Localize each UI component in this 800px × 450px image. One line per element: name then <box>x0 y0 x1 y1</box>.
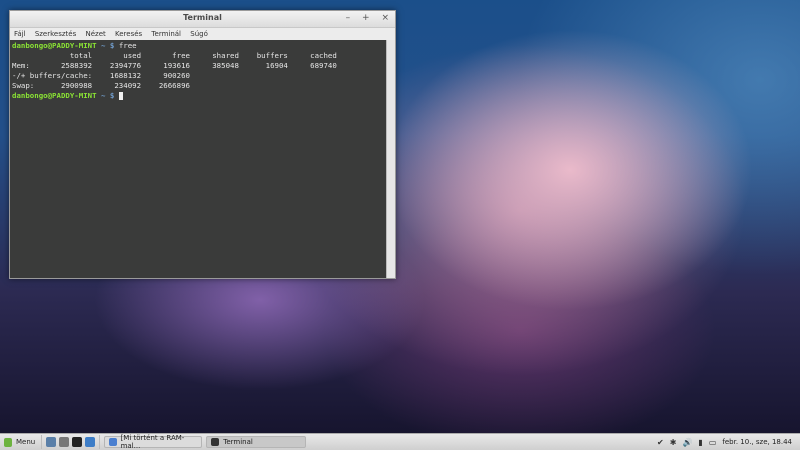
mint-logo-icon <box>4 437 12 447</box>
terminal-icon <box>211 438 220 446</box>
bottom-panel: Menu [Mi történt a RAM-mal... Terminal ✔… <box>0 433 800 450</box>
close-button[interactable]: × <box>381 13 389 23</box>
free-row-mem: Mem: 2588392 2394776 193616 385048 16904… <box>12 61 337 70</box>
file-manager-icon[interactable] <box>59 437 70 447</box>
terminal-output[interactable]: danbongo@PADDY-MINT ~ $ free total used … <box>10 40 387 278</box>
text-cursor <box>118 92 123 100</box>
network-icon[interactable]: ▮ <box>698 438 702 447</box>
show-desktop-icon[interactable] <box>46 437 57 447</box>
bluetooth-icon[interactable]: ✱ <box>670 438 677 447</box>
menu-terminal[interactable]: Terminál <box>151 30 181 38</box>
volume-icon[interactable]: 🔊 <box>682 438 692 447</box>
browser-icon <box>109 438 117 446</box>
command-text: free <box>118 41 137 50</box>
menu-search[interactable]: Keresés <box>115 30 142 38</box>
system-tray: ✔ ✱ 🔊 ▮ ▭ febr. 10., sze, 18.44 <box>657 438 800 447</box>
menu-view[interactable]: Nézet <box>85 30 105 38</box>
taskbar-item-browser[interactable]: [Mi történt a RAM-mal... <box>104 434 203 450</box>
terminal-window[interactable]: Terminal – + × Fájl Szerkesztés Nézet Ke… <box>9 10 396 279</box>
prompt-path-2: ~ $ <box>101 91 115 100</box>
taskbar-item-terminal[interactable]: Terminal <box>206 436 307 448</box>
browser-launcher-icon[interactable] <box>85 437 96 447</box>
menu-button[interactable]: Menu <box>0 435 41 449</box>
prompt-user: danbongo@PADDY-MINT <box>12 41 97 50</box>
maximize-button[interactable]: + <box>362 13 370 23</box>
prompt-path: ~ $ <box>101 41 115 50</box>
menu-edit[interactable]: Szerkesztés <box>35 30 76 38</box>
task-label-browser: [Mi történt a RAM-mal... <box>120 434 185 450</box>
minimize-button[interactable]: – <box>346 13 351 23</box>
menu-help[interactable]: Súgó <box>190 30 208 38</box>
quick-launchers <box>41 435 101 449</box>
menu-label: Menu <box>16 438 36 446</box>
menu-file[interactable]: Fájl <box>14 30 26 38</box>
shield-icon[interactable]: ✔ <box>657 438 664 447</box>
clock[interactable]: febr. 10., sze, 18.44 <box>722 438 792 446</box>
terminal-launcher-icon[interactable] <box>72 437 83 447</box>
prompt-user-2: danbongo@PADDY-MINT <box>12 91 97 100</box>
battery-icon[interactable]: ▭ <box>709 438 717 447</box>
free-row-buffers: -/+ buffers/cache: 1688132 900260 <box>12 71 190 80</box>
free-row-swap: Swap: 2900988 234092 2666896 <box>12 81 190 90</box>
task-label-terminal: Terminal <box>223 438 253 446</box>
window-titlebar[interactable]: Terminal – + × <box>10 11 395 28</box>
terminal-scrollbar[interactable] <box>386 40 395 278</box>
free-header: total used free shared buffers cached <box>12 51 337 60</box>
